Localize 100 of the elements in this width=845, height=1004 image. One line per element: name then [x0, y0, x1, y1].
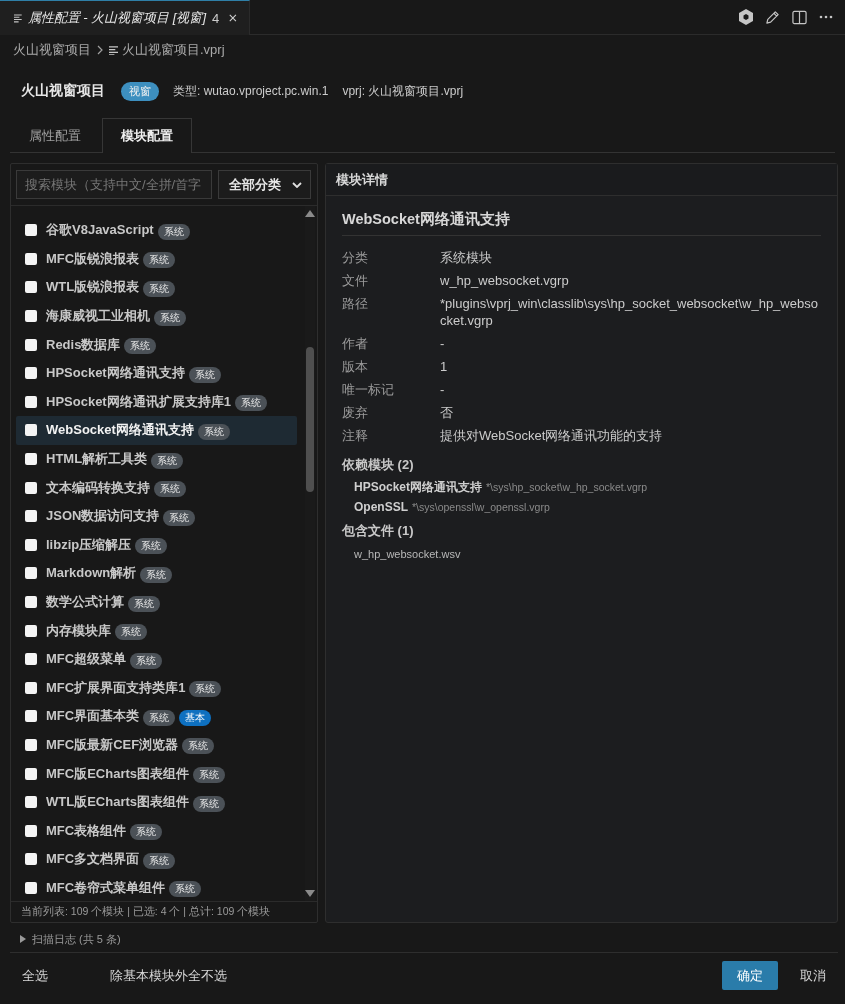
scroll-down-icon[interactable] — [305, 890, 315, 897]
category-tag: 系统 — [128, 595, 160, 612]
project-name: 火山视窗项目 — [21, 82, 105, 100]
checkbox[interactable] — [25, 453, 37, 466]
category-tag: 系统 — [189, 681, 222, 698]
category-tag: 系统 — [143, 252, 176, 269]
module-row[interactable]: 海康威视工业相机 系统 — [16, 301, 297, 331]
module-name: WebSocket网络通讯支持 — [46, 421, 194, 440]
search-field[interactable]: 搜索模块（支持中文/全拼/首字 — [16, 170, 212, 199]
footer-button[interactable]: 除基本模块外全不选 — [98, 961, 239, 990]
checkbox[interactable] — [25, 367, 37, 380]
more-icon[interactable] — [819, 15, 833, 19]
checkbox[interactable] — [25, 681, 37, 694]
dependency-name: HPSocket网络通讯支持 — [354, 479, 483, 496]
module-row[interactable]: WTL版ECharts图表组件 系统 — [16, 787, 297, 817]
tab[interactable]: 属性配置 — [10, 118, 100, 152]
module-name: MFC版最新CEF浏览器 — [46, 736, 179, 754]
module-row[interactable]: MFC界面基本类 系统 基本 — [16, 702, 297, 731]
lines-icon — [109, 45, 118, 55]
field-value: 1 — [440, 358, 449, 376]
field-label: 注释 — [342, 427, 369, 445]
scan-log-toggle[interactable]: 扫描日志 (共 5 条) — [20, 929, 121, 949]
module-name: MFC界面基本类 — [46, 707, 140, 726]
pencil-icon[interactable] — [765, 9, 780, 25]
module-row[interactable]: HTML解析工具类 系统 — [16, 444, 297, 474]
scrollbar-thumb[interactable] — [306, 347, 314, 492]
breadcrumb-item[interactable]: 火山视窗项目 — [13, 41, 91, 59]
module-row[interactable]: 文本编码转换支持 系统 — [16, 473, 297, 502]
checkbox[interactable] — [25, 853, 37, 866]
editor-tab[interactable]: 属性配置 - 火山视窗项目 [视窗] 4 — [0, 0, 250, 35]
module-row[interactable]: WebSocket网络通讯支持 系统 — [16, 416, 297, 445]
module-row[interactable]: MFC版ECharts图表组件 系统 — [16, 759, 297, 788]
checkbox[interactable] — [25, 281, 37, 294]
field-value: - — [440, 335, 446, 353]
module-name: MFC版ECharts图表组件 — [46, 764, 189, 783]
checkbox[interactable] — [25, 596, 37, 608]
checkbox[interactable] — [25, 567, 37, 580]
module-row[interactable]: 谷歌V8JavaScript 系统 — [16, 216, 297, 245]
module-row[interactable]: MFC扩展界面支持类库1 系统 — [16, 673, 297, 703]
file-name: w_hp_websocket.wsv — [354, 547, 462, 562]
hexagon-icon[interactable] — [739, 9, 753, 25]
checkbox[interactable] — [25, 538, 37, 551]
field-value: - — [440, 381, 446, 399]
module-row[interactable]: MFC版最新CEF浏览器 系统 — [16, 730, 297, 760]
module-row[interactable]: JSON数据访问支持 系统 — [16, 501, 297, 531]
footer-button[interactable]: 全选 — [10, 961, 60, 990]
section-heading: 包含文件 (1) — [342, 522, 415, 540]
category-tag: 系统 — [234, 395, 267, 412]
checkbox[interactable] — [25, 624, 37, 637]
checkbox[interactable] — [25, 395, 37, 408]
footer-button[interactable]: 确定 — [722, 961, 778, 990]
close-icon[interactable] — [229, 13, 237, 23]
module-row[interactable]: HPSocket网络通讯扩展支持库1 系统 — [16, 387, 297, 417]
module-row[interactable]: 内存模块库 系统 — [16, 616, 297, 645]
module-name: MFC超级菜单 — [46, 650, 127, 669]
checkbox[interactable] — [25, 510, 37, 523]
checkbox[interactable] — [25, 739, 37, 751]
field-label: 唯一标记 — [342, 381, 395, 399]
checkbox[interactable] — [25, 224, 37, 237]
checkbox[interactable] — [25, 824, 37, 837]
category-tag: 系统 — [135, 538, 168, 555]
project-file: vprj: 火山视窗项目.vprj — [342, 82, 464, 100]
module-name: 数学公式计算 — [46, 593, 124, 611]
scroll-up-icon[interactable] — [305, 210, 315, 217]
module-row[interactable]: WTL版锐浪报表 系统 — [16, 273, 297, 302]
change-count: 4 — [212, 10, 220, 26]
category-tag: 系统 — [188, 366, 221, 383]
checkbox[interactable] — [25, 424, 37, 437]
checkbox[interactable] — [25, 710, 37, 723]
module-row[interactable]: MFC表格组件 系统 — [16, 816, 297, 846]
checkbox[interactable] — [25, 481, 37, 494]
module-row[interactable]: Redis数据库 系统 — [16, 330, 297, 359]
module-row[interactable]: MFC卷帘式菜单组件 系统 — [16, 873, 297, 901]
module-row[interactable]: Markdown解析 系统 — [16, 559, 297, 588]
category-select[interactable]: 全部分类 — [218, 170, 311, 199]
checkbox[interactable] — [25, 338, 37, 351]
split-editor-icon[interactable] — [792, 9, 807, 25]
field-value: 提供对WebSocket网络通讯功能的支持 — [440, 427, 664, 445]
project-type: 类型: wutao.vproject.pc.win.1 — [173, 82, 329, 100]
checkbox[interactable] — [25, 252, 37, 265]
field-value: 否 — [440, 404, 454, 422]
module-row[interactable]: MFC版锐浪报表 系统 — [16, 244, 297, 274]
footer-button[interactable]: 取消 — [788, 961, 838, 990]
checkbox[interactable] — [25, 881, 37, 894]
module-row[interactable]: HPSocket网络通讯支持 系统 — [16, 358, 297, 388]
category-tag: 系统 — [197, 423, 230, 440]
module-name: MFC多文档界面 — [46, 850, 140, 869]
module-row[interactable]: MFC多文档界面 系统 — [16, 845, 297, 874]
project-type-tag: 视窗 — [121, 81, 159, 101]
checkbox[interactable] — [25, 767, 37, 780]
module-row[interactable]: 数学公式计算 系统 — [16, 587, 297, 617]
category-tag: 系统 — [163, 509, 196, 526]
breadcrumb-item[interactable]: 火山视窗项目.vprj — [109, 41, 225, 59]
field-label: 文件 — [342, 272, 369, 290]
module-row[interactable]: libzip压缩解压 系统 — [16, 530, 297, 560]
checkbox[interactable] — [25, 310, 37, 323]
checkbox[interactable] — [25, 653, 37, 666]
tab[interactable]: 模块配置 — [102, 118, 192, 153]
module-row[interactable]: MFC超级菜单 系统 — [16, 644, 297, 674]
checkbox[interactable] — [25, 796, 37, 809]
